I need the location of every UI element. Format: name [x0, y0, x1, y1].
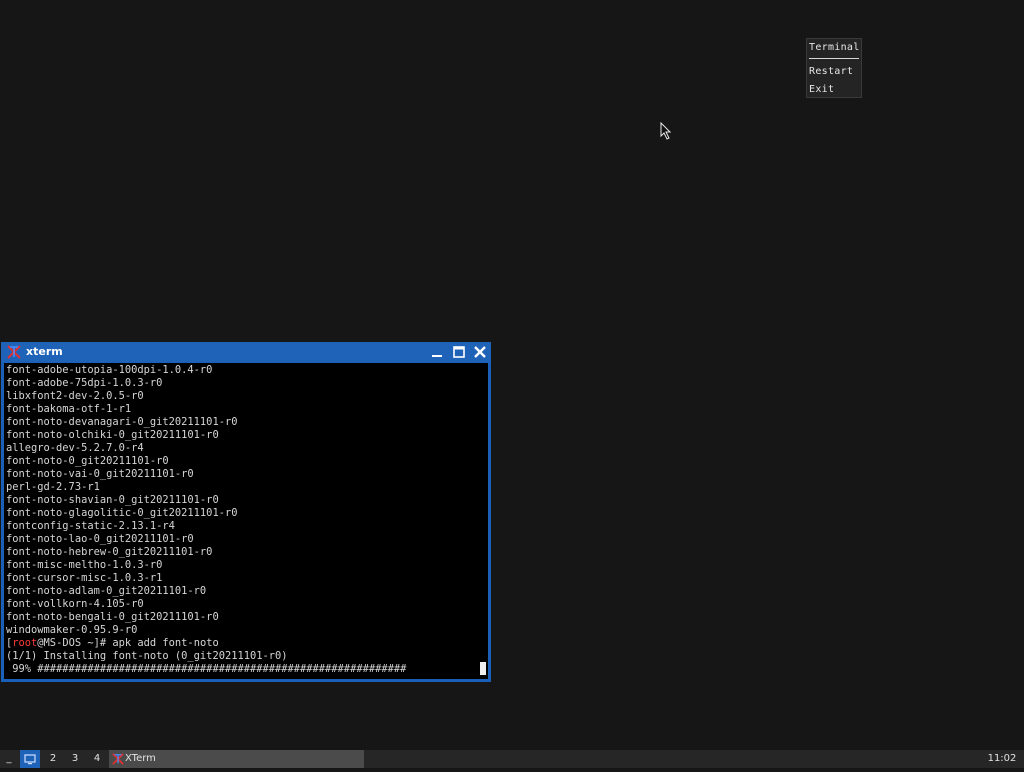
clock: 11:02: [987, 753, 1017, 764]
terminal-line: font-misc-meltho-1.0.3-r0: [6, 559, 163, 571]
terminal-line: windowmaker-0.95.9-r0: [6, 624, 138, 636]
install-status-line: (1/1) Installing font-noto (0_git2021110…: [6, 650, 288, 662]
task-label: XTerm: [125, 753, 156, 764]
terminal-line: fontconfig-static-2.13.1-r4: [6, 520, 175, 532]
terminal-line: font-adobe-75dpi-1.0.3-r0: [6, 377, 163, 389]
menu-separator: [809, 58, 859, 59]
terminal-line: font-noto-vai-0_git20211101-r0: [6, 468, 194, 480]
terminal-line: font-noto-adlam-0_git20211101-r0: [6, 585, 207, 597]
xterm-app-icon: [7, 345, 21, 359]
terminal-output[interactable]: font-adobe-utopia-100dpi-1.0.4-r0 font-a…: [4, 363, 488, 679]
progress-line: 99% ####################################…: [6, 663, 407, 675]
terminal-line: font-noto-olchiki-0_git20211101-r0: [6, 429, 219, 441]
menu-title: Terminal: [809, 42, 860, 53]
mouse-pointer-icon: [660, 122, 672, 140]
terminal-line: perl-gd-2.73-r1: [6, 481, 100, 493]
terminal-line: font-noto-devanagari-0_git20211101-r0: [6, 416, 238, 428]
terminal-line: font-cursor-misc-1.0.3-r1: [6, 572, 163, 584]
minimize-all-button[interactable]: _: [0, 750, 18, 768]
terminal-line: font-noto-glagolitic-0_git20211101-r0: [6, 507, 238, 519]
menu-item-restart[interactable]: Restart: [809, 66, 853, 77]
terminal-line: font-noto-lao-0_git20211101-r0: [6, 533, 194, 545]
menu-item-exit[interactable]: Exit: [809, 84, 834, 95]
terminal-line: font-adobe-utopia-100dpi-1.0.4-r0: [6, 364, 213, 376]
terminal-line: allegro-dev-5.2.7.0-r4: [6, 442, 144, 454]
root-menu: Terminal Restart Exit: [806, 38, 862, 98]
window-title: xterm: [26, 345, 63, 358]
terminal-line: font-noto-bengali-0_git20211101-r0: [6, 611, 219, 623]
prompt-user: root: [12, 637, 38, 649]
window-titlebar[interactable]: xterm: [1, 342, 491, 362]
taskbar: _ 2 3 4 XTerm 11:02: [0, 750, 1024, 768]
workspace-3-button[interactable]: 3: [65, 750, 85, 768]
terminal-line: font-noto-shavian-0_git20211101-r0: [6, 494, 219, 506]
close-icon[interactable]: [472, 344, 488, 360]
taskbar-task-xterm[interactable]: XTerm: [109, 750, 364, 768]
prompt-command: @MS-DOS ~]# apk add font-noto: [37, 637, 219, 649]
command-prompt-line: [root@MS-DOS ~]# apk add font-noto: [6, 637, 219, 650]
workspace-1-button[interactable]: [20, 750, 40, 768]
xterm-window: xterm font-adobe-utopia-100dpi-1.0.4-r0 …: [1, 342, 491, 682]
xterm-app-icon: [112, 753, 124, 765]
terminal-cursor: [480, 662, 486, 675]
terminal-line: libxfont2-dev-2.0.5-r0: [6, 390, 144, 402]
terminal-line: font-vollkorn-4.105-r0: [6, 598, 144, 610]
minimize-icon[interactable]: [429, 344, 445, 360]
terminal-line: font-noto-hebrew-0_git20211101-r0: [6, 546, 213, 558]
terminal-line: font-noto-0_git20211101-r0: [6, 455, 169, 467]
workspace-2-button[interactable]: 2: [43, 750, 63, 768]
maximize-icon[interactable]: [451, 344, 467, 360]
desktop-icon: [24, 754, 36, 765]
workspace-4-button[interactable]: 4: [87, 750, 107, 768]
terminal-line: font-bakoma-otf-1-r1: [6, 403, 132, 415]
